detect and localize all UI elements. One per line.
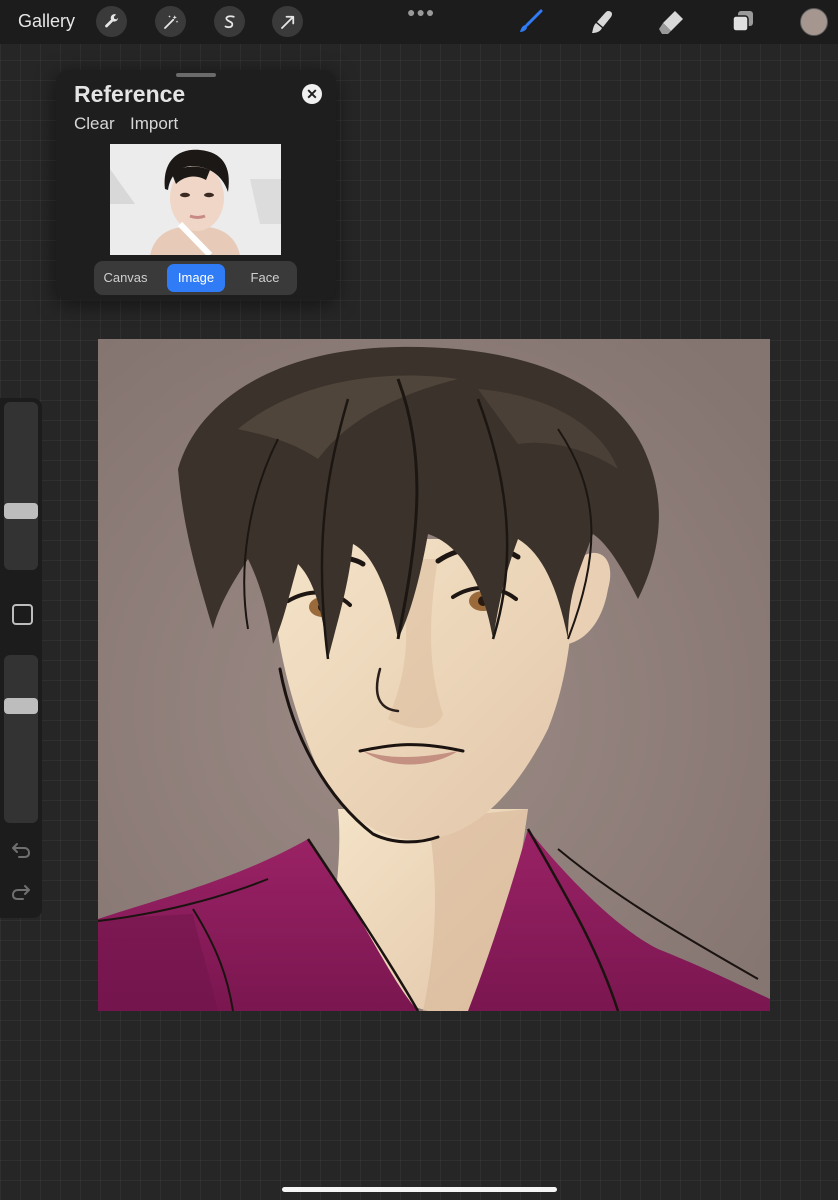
color-picker-button[interactable] — [800, 8, 828, 36]
smudge-icon[interactable] — [588, 8, 616, 36]
drawing-canvas[interactable] — [98, 339, 770, 1011]
layers-icon[interactable] — [729, 8, 757, 36]
portrait-illustration — [98, 339, 770, 1011]
opacity-slider[interactable] — [4, 655, 38, 823]
selection-icon — [224, 14, 235, 28]
brush-size-thumb[interactable] — [4, 503, 38, 519]
tab-image[interactable]: Image — [167, 264, 225, 292]
brush-icon[interactable] — [517, 8, 545, 36]
top-toolbar: Gallery ●●● — [0, 0, 838, 44]
adjustments-button[interactable] — [155, 6, 186, 37]
tab-canvas[interactable]: Canvas — [97, 264, 154, 292]
magic-wand-icon — [163, 14, 178, 29]
reference-image — [110, 144, 281, 255]
reference-panel: Reference ✕ Clear Import Canvas Image Fa… — [56, 70, 336, 300]
drag-handle[interactable] — [176, 73, 216, 77]
transform-arrow-icon — [280, 15, 294, 29]
gallery-button[interactable]: Gallery — [18, 11, 75, 32]
home-indicator[interactable] — [282, 1187, 557, 1192]
more-dots-icon[interactable]: ●●● — [407, 4, 435, 20]
import-button[interactable]: Import — [130, 114, 178, 134]
selection-button[interactable] — [214, 6, 245, 37]
actions-button[interactable] — [96, 6, 127, 37]
reference-mode-tabs: Canvas Image Face — [94, 261, 297, 295]
tab-face[interactable]: Face — [236, 264, 294, 292]
close-icon[interactable]: ✕ — [302, 84, 322, 104]
transform-button[interactable] — [272, 6, 303, 37]
wrench-icon — [104, 13, 118, 27]
eraser-icon[interactable] — [658, 8, 686, 36]
modify-button[interactable] — [12, 604, 33, 625]
brush-size-slider[interactable] — [4, 402, 38, 570]
undo-icon[interactable] — [10, 840, 32, 860]
panel-title: Reference — [74, 81, 186, 107]
clear-button[interactable]: Clear — [74, 114, 115, 134]
redo-icon[interactable] — [10, 882, 32, 902]
left-sidebar — [0, 398, 42, 918]
opacity-thumb[interactable] — [4, 698, 38, 714]
